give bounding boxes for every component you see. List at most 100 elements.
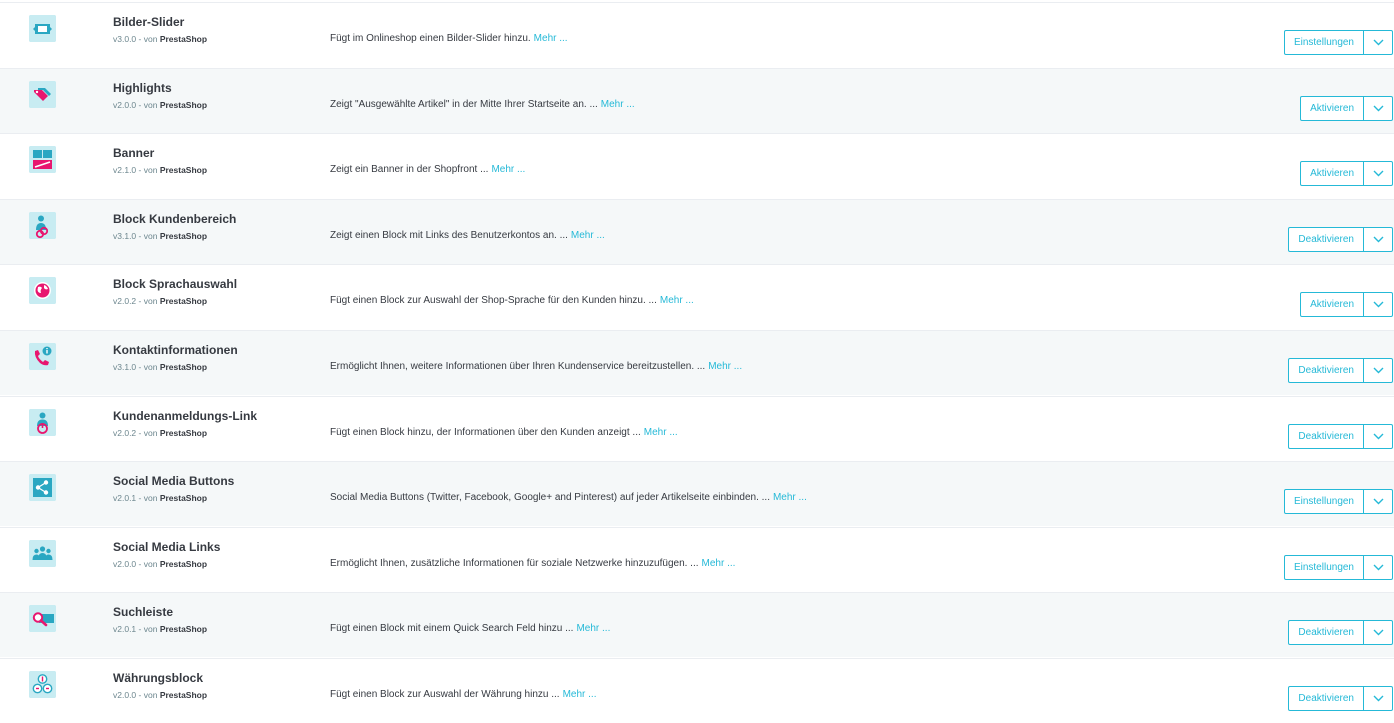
module-description: Zeigt "Ausgewählte Artikel" in der Mitte…	[330, 99, 635, 110]
module-description: Ermöglicht Ihnen, zusätzliche Informatio…	[330, 558, 735, 569]
module-action-group: Aktivieren	[1300, 292, 1393, 317]
more-link[interactable]: Mehr ...	[576, 623, 610, 634]
settings-button[interactable]: Einstellungen	[1285, 490, 1364, 513]
module-meta: v2.0.2 - von PrestaShop	[113, 428, 207, 438]
module-name: Banner	[113, 146, 155, 160]
more-link[interactable]: Mehr ...	[702, 558, 736, 569]
more-link[interactable]: Mehr ...	[773, 492, 807, 503]
chevron-down-icon	[1373, 301, 1383, 308]
deactivate-button[interactable]: Deaktivieren	[1289, 687, 1364, 710]
deactivate-button[interactable]: Deaktivieren	[1289, 425, 1364, 448]
deactivate-button[interactable]: Deaktivieren	[1289, 228, 1364, 251]
module-description: Ermöglicht Ihnen, weitere Informationen …	[330, 361, 742, 372]
phone-info-icon	[29, 343, 56, 370]
chevron-down-icon	[1373, 39, 1383, 46]
module-by: - von	[138, 100, 158, 110]
search-bar-icon	[29, 605, 56, 632]
module-row: Social Media Links v2.0.0 - von PrestaSh…	[0, 527, 1394, 592]
settings-button[interactable]: Einstellungen	[1285, 31, 1364, 54]
chevron-down-icon	[1373, 433, 1383, 440]
module-version: v2.0.2	[113, 296, 137, 306]
module-row: Suchleiste v2.0.1 - von PrestaShop Fügt …	[0, 592, 1394, 657]
globe-icon	[29, 277, 56, 304]
module-action-group: Deaktivieren	[1288, 424, 1393, 449]
more-link[interactable]: Mehr ...	[708, 361, 742, 372]
module-description: Fügt einen Block zur Auswahl der Währung…	[330, 689, 596, 700]
module-by: - von	[138, 624, 158, 634]
module-row: Bilder-Slider v3.0.0 - von PrestaShop Fü…	[0, 2, 1394, 67]
user-link-icon	[29, 212, 56, 239]
module-name: Highlights	[113, 81, 172, 95]
more-link[interactable]: Mehr ...	[491, 164, 525, 175]
module-description: Fügt im Onlineshop einen Bilder-Slider h…	[330, 33, 568, 44]
module-name: Kundenanmeldungs-Link	[113, 409, 257, 423]
module-action-group: Einstellungen	[1283, 30, 1393, 55]
module-by: - von	[138, 296, 158, 306]
activate-button[interactable]: Aktivieren	[1301, 97, 1364, 120]
module-action-group: Aktivieren	[1300, 161, 1393, 186]
module-by: - von	[138, 362, 158, 372]
dropdown-toggle[interactable]	[1364, 97, 1392, 120]
dropdown-toggle[interactable]	[1364, 228, 1392, 251]
dropdown-toggle[interactable]	[1364, 293, 1392, 316]
module-author: PrestaShop	[159, 296, 208, 306]
module-description: Social Media Buttons (Twitter, Facebook,…	[330, 492, 807, 503]
deactivate-button[interactable]: Deaktivieren	[1289, 359, 1364, 382]
module-action-group: Deaktivieren	[1288, 620, 1393, 645]
module-meta: v2.0.0 - von PrestaShop	[113, 559, 207, 569]
people-icon	[29, 540, 56, 567]
module-action-group: Einstellungen	[1283, 489, 1393, 514]
module-author: PrestaShop	[159, 165, 208, 175]
more-link[interactable]: Mehr ...	[571, 230, 605, 241]
module-row: Social Media Buttons v2.0.1 - von Presta…	[0, 461, 1394, 526]
module-description-text: Ermöglicht Ihnen, zusätzliche Informatio…	[330, 558, 699, 569]
activate-button[interactable]: Aktivieren	[1301, 293, 1364, 316]
module-row: Block Sprachauswahl v2.0.2 - von PrestaS…	[0, 264, 1394, 329]
more-link[interactable]: Mehr ...	[563, 689, 597, 700]
chevron-down-icon	[1373, 367, 1383, 374]
module-description: Zeigt ein Banner in der Shopfront ... Meh…	[330, 164, 525, 175]
module-author: PrestaShop	[159, 690, 208, 700]
deactivate-button[interactable]: Deaktivieren	[1289, 621, 1364, 644]
dropdown-toggle[interactable]	[1364, 490, 1392, 513]
dropdown-toggle[interactable]	[1364, 31, 1392, 54]
module-description: Fügt einen Block mit einem Quick Search …	[330, 623, 610, 634]
chevron-down-icon	[1373, 105, 1383, 112]
module-description-text: Zeigt "Ausgewählte Artikel" in der Mitte…	[330, 99, 598, 110]
module-author: PrestaShop	[159, 362, 208, 372]
module-description-text: Fügt einen Block hinzu, der Informatione…	[330, 427, 641, 438]
more-link[interactable]: Mehr ...	[660, 295, 694, 306]
dropdown-toggle[interactable]	[1364, 556, 1392, 579]
module-version: v2.1.0	[113, 165, 137, 175]
more-link[interactable]: Mehr ...	[534, 33, 568, 44]
chevron-down-icon	[1373, 498, 1383, 505]
module-description: Fügt einen Block hinzu, der Informatione…	[330, 427, 678, 438]
module-version: v3.1.0	[113, 231, 137, 241]
dropdown-toggle[interactable]	[1364, 687, 1392, 710]
dropdown-toggle[interactable]	[1364, 621, 1392, 644]
module-meta: v2.0.2 - von PrestaShop	[113, 296, 207, 306]
settings-button[interactable]: Einstellungen	[1285, 556, 1364, 579]
module-action-group: Deaktivieren	[1288, 358, 1393, 383]
chevron-down-icon	[1373, 236, 1383, 243]
dropdown-toggle[interactable]	[1364, 162, 1392, 185]
module-action-group: Aktivieren	[1300, 96, 1393, 121]
more-link[interactable]: Mehr ...	[644, 427, 678, 438]
module-action-group: Deaktivieren	[1288, 227, 1393, 252]
user-power-icon	[29, 409, 56, 436]
module-meta: v2.0.0 - von PrestaShop	[113, 690, 207, 700]
module-action-group: Einstellungen	[1283, 555, 1393, 580]
module-by: - von	[138, 231, 158, 241]
image-slider-icon	[29, 15, 56, 42]
module-meta: v3.1.0 - von PrestaShop	[113, 362, 207, 372]
module-by: - von	[138, 34, 158, 44]
module-author: PrestaShop	[159, 100, 208, 110]
activate-button[interactable]: Aktivieren	[1301, 162, 1364, 185]
module-name: Block Kundenbereich	[113, 212, 237, 226]
more-link[interactable]: Mehr ...	[601, 99, 635, 110]
dropdown-toggle[interactable]	[1364, 425, 1392, 448]
module-by: - von	[138, 690, 158, 700]
module-name: Block Sprachauswahl	[113, 277, 238, 291]
module-version: v2.0.0	[113, 690, 137, 700]
dropdown-toggle[interactable]	[1364, 359, 1392, 382]
